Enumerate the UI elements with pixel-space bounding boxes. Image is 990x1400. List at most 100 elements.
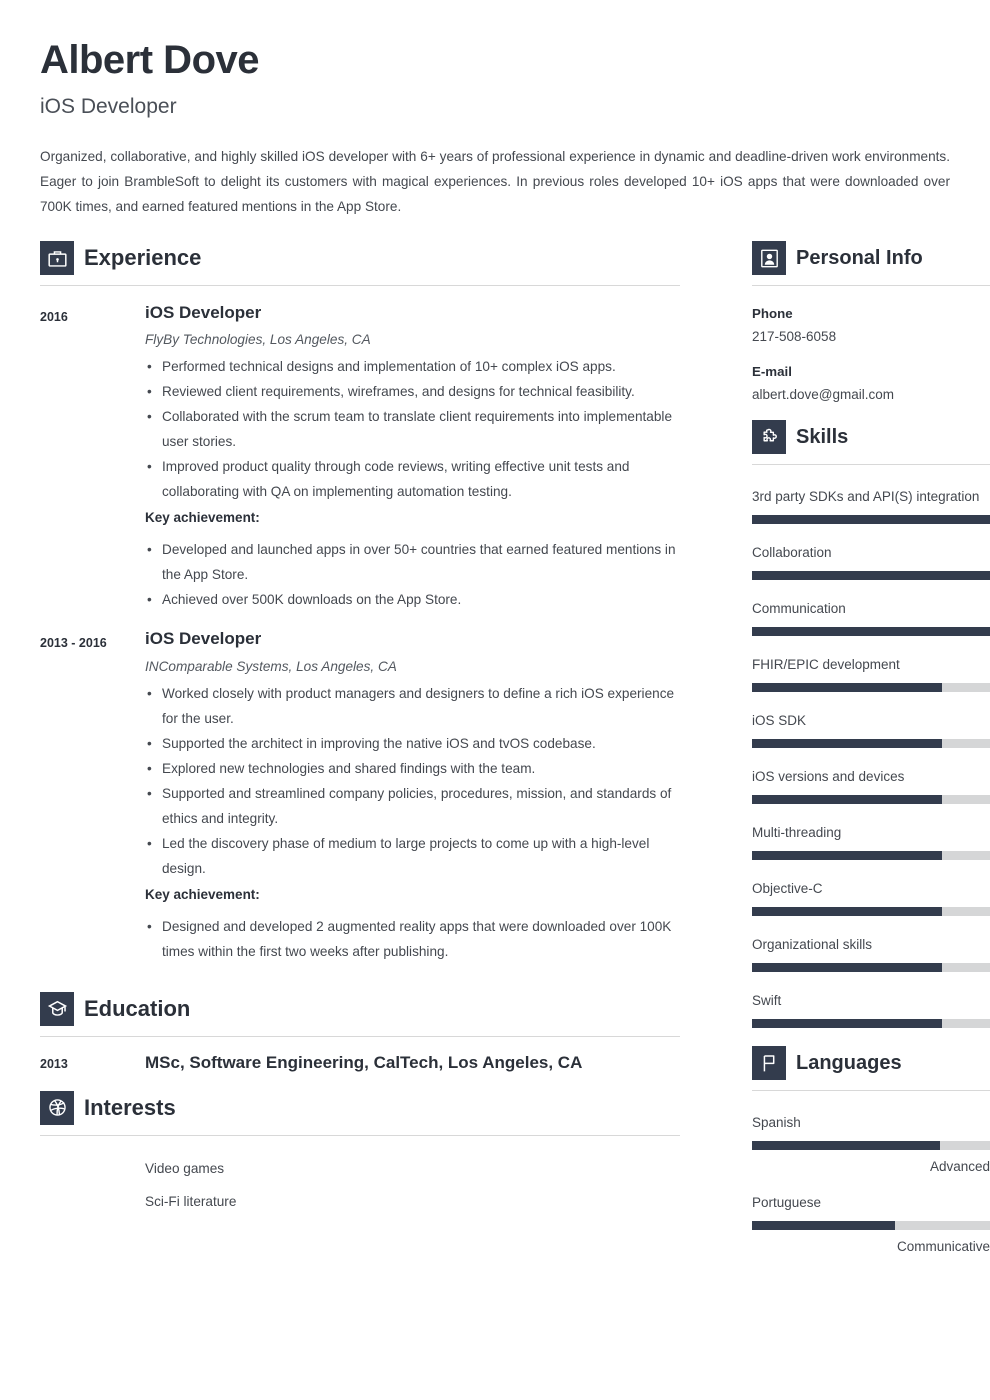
education-entry: 2013 MSc, Software Engineering, CalTech, …: [40, 1053, 680, 1073]
language-level-label: Advanced: [929, 1159, 990, 1174]
language-level-fill: [752, 1221, 895, 1230]
language-item: Spanish Advanced: [752, 1110, 990, 1174]
personal-info-title: Personal Info: [796, 246, 923, 269]
experience-bullet: Supported and streamlined company polici…: [145, 781, 680, 831]
resume-header: Albert Dove iOS Developer Organized, col…: [40, 38, 950, 219]
skill-level-bar: [752, 963, 990, 972]
achievement-bullet: Designed and developed 2 augmented reali…: [145, 914, 680, 964]
interests-section: Interests Video games Sci-Fi literature: [40, 1090, 680, 1218]
skill-level-bar: [752, 851, 990, 860]
experience-entry-body: iOS Developer FlyBy Technologies, Los Ang…: [145, 303, 680, 612]
candidate-job-title: iOS Developer: [40, 95, 177, 118]
skill-item: Multi-threading: [752, 820, 990, 860]
education-divider: [40, 1035, 680, 1037]
achievement-bullet: Developed and launched apps in over 50+ …: [145, 537, 680, 587]
key-achievement-label: Key achievement:: [145, 886, 260, 902]
experience-section: Experience 2016 iOS Developer FlyBy Techno…: [40, 241, 680, 964]
interest-item: Video games: [145, 1160, 225, 1176]
resume-page: Albert Dove iOS Developer Organized, col…: [0, 0, 990, 1400]
experience-bullet-list: Worked closely with product managers and…: [145, 681, 680, 881]
skill-level-bar: [752, 907, 990, 916]
skill-level-fill: [752, 1019, 943, 1028]
personal-info-value: albert.dove@gmail.com: [752, 387, 895, 402]
skill-level-fill: [752, 627, 990, 636]
skill-level-bar: [752, 683, 990, 692]
languages-divider: [752, 1090, 990, 1091]
experience-bullet: Worked closely with product managers and…: [145, 681, 680, 731]
skill-level-bar: [752, 627, 990, 636]
achievement-list: Developed and launched apps in over 50+ …: [145, 537, 680, 612]
skill-name: Swift: [752, 993, 782, 1008]
experience-list: 2016 iOS Developer FlyBy Technologies, Los…: [40, 303, 680, 964]
skills-list: 3rd party SDKs and API(S) integration Col…: [752, 484, 990, 1028]
experience-bullet: Performed technical designs and implemen…: [145, 354, 680, 379]
skills-section: Skills 3rd party SDKs and API(S) integra…: [752, 420, 990, 1028]
education-date: 2013: [40, 1056, 68, 1071]
skill-name: iOS versions and devices: [752, 769, 905, 784]
skills-divider: [752, 464, 990, 465]
right-column: Personal Info Phone 217-508-6058 E-mail alb…: [752, 241, 990, 1254]
personal-info-divider: [752, 285, 990, 286]
skill-item: Communication: [752, 596, 990, 636]
skill-item: Objective-C: [752, 876, 990, 916]
interest-item: Sci-Fi literature: [145, 1193, 237, 1209]
languages-heading: Languages: [752, 1046, 990, 1080]
achievement-bullet: Achieved over 500K downloads on the App …: [145, 587, 680, 612]
education-heading: Education: [40, 991, 680, 1026]
language-name: Portuguese: [752, 1195, 822, 1210]
graduation-cap-icon: [40, 991, 74, 1026]
skill-item: FHIR/EPIC development: [752, 652, 990, 692]
experience-heading: Experience: [40, 241, 680, 275]
language-level-fill: [752, 1141, 941, 1150]
personal-info-label: Phone: [752, 306, 793, 321]
interests-divider: [40, 1134, 680, 1136]
interests-heading: Interests: [40, 1090, 680, 1125]
experience-bullet-list: Performed technical designs and implemen…: [145, 354, 680, 504]
language-level-bar: [752, 1141, 990, 1150]
interests-list: Video games Sci-Fi literature: [40, 1152, 680, 1218]
skill-level-fill: [752, 515, 990, 524]
languages-section: Languages Spanish Advanced Portuguese Commu…: [752, 1046, 990, 1254]
skill-name: Objective-C: [752, 881, 823, 896]
language-name: Spanish: [752, 1115, 801, 1130]
experience-bullet: Improved product quality through code re…: [145, 454, 680, 504]
experience-bullet: Reviewed client requirements, wireframes…: [145, 379, 680, 404]
skill-level-fill: [752, 795, 943, 804]
dribbble-ball-icon: [40, 1090, 74, 1125]
experience-bullet: Supported the architect in improving the…: [145, 731, 680, 756]
skill-level-fill: [752, 907, 943, 916]
experience-company: FlyBy Technologies, Los Angeles, CA: [145, 332, 371, 348]
skill-name: 3rd party SDKs and API(S) integration: [752, 489, 980, 504]
language-level-label: Communicative: [896, 1239, 990, 1254]
experience-title: Experience: [84, 245, 202, 270]
flag-icon: [752, 1046, 786, 1080]
skill-name: Organizational skills: [752, 937, 873, 952]
education-section: Education 2013 MSc, Software Engineering,…: [40, 991, 680, 1073]
skill-name: Collaboration: [752, 545, 832, 560]
experience-company: INComparable Systems, Los Angeles, CA: [145, 658, 397, 674]
skill-level-bar: [752, 571, 990, 580]
skill-item: Organizational skills: [752, 932, 990, 972]
skill-level-bar: [752, 515, 990, 524]
languages-title: Languages: [796, 1051, 902, 1074]
experience-role: iOS Developer: [145, 303, 262, 322]
skill-name: iOS SDK: [752, 713, 807, 728]
skill-item: 3rd party SDKs and API(S) integration: [752, 484, 990, 524]
skill-level-fill: [752, 851, 943, 860]
puzzle-piece-icon: [752, 420, 786, 454]
skill-level-bar: [752, 795, 990, 804]
skills-heading: Skills: [752, 420, 990, 454]
personal-info-value: 217-508-6058: [752, 329, 837, 344]
skill-level-fill: [752, 683, 943, 692]
interests-title: Interests: [84, 1094, 176, 1120]
experience-bullet: Collaborated with the scrum team to tran…: [145, 404, 680, 454]
skill-item: Collaboration: [752, 540, 990, 580]
skill-level-fill: [752, 963, 943, 972]
left-column: Experience 2016 iOS Developer FlyBy Techno…: [40, 241, 680, 1218]
personal-info-heading: Personal Info: [752, 241, 990, 275]
experience-entry: 2013 - 2016 iOS Developer INComparable Sys…: [40, 629, 680, 963]
skill-level-bar: [752, 1019, 990, 1028]
skill-item: iOS versions and devices: [752, 764, 990, 804]
candidate-name: Albert Dove: [40, 38, 260, 82]
experience-date: 2016: [40, 310, 68, 324]
